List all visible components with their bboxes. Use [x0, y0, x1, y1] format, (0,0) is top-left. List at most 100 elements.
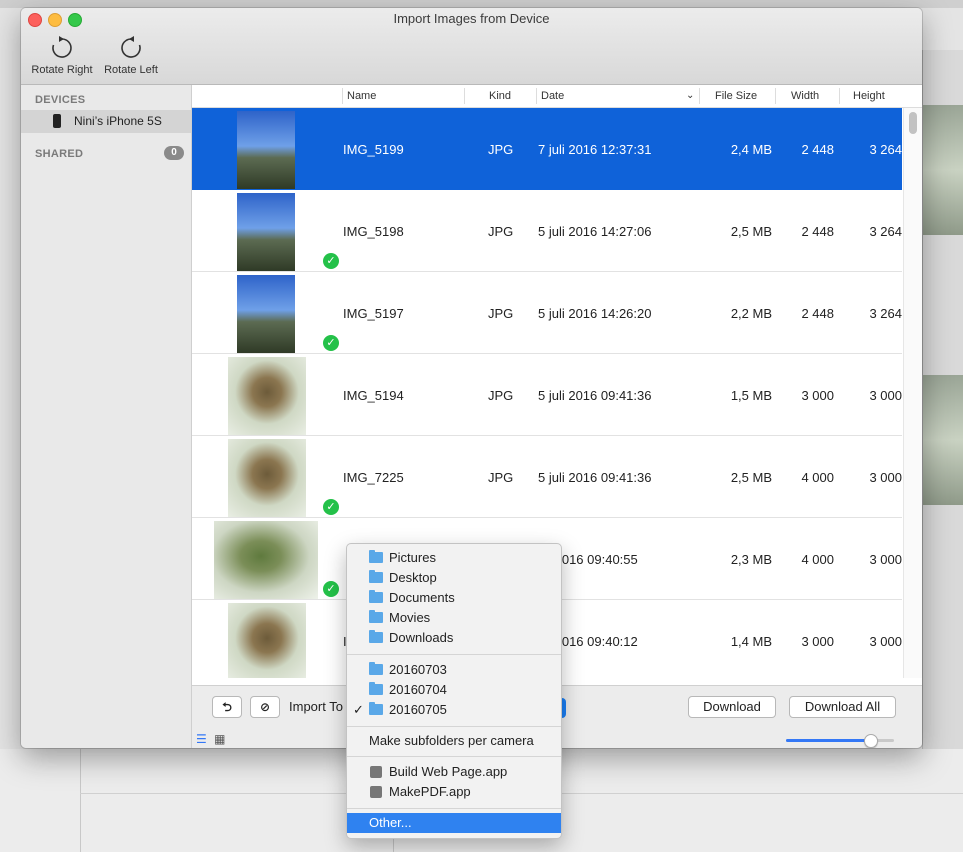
image-height: 3 000: [869, 470, 902, 485]
folder-icon: [369, 630, 383, 643]
menu-item-desktop[interactable]: Desktop: [347, 568, 561, 588]
image-height: 3 264: [869, 142, 902, 157]
menu-item-make-subfolders[interactable]: Make subfolders per camera: [347, 731, 561, 751]
file-size: 2,4 MB: [730, 142, 772, 157]
image-height: 3 000: [869, 388, 902, 403]
shared-header: SHARED: [35, 148, 84, 160]
folder-icon: [369, 610, 383, 623]
table-row[interactable]: IMG_7225 JPG 5 juli 2016 09:41:36 2,5 MB 4 0…: [192, 436, 902, 518]
menu-item-build-web-page[interactable]: Build Web Page.app: [347, 762, 561, 782]
menu-item-folder-20160705[interactable]: ✓ 20160705: [347, 700, 561, 720]
image-height: 3 264: [869, 224, 902, 239]
imported-check-icon: ✓: [323, 253, 339, 269]
imported-check-icon: ✓: [323, 499, 339, 515]
menu-item-folder-20160703[interactable]: 20160703: [347, 660, 561, 680]
devices-header: DEVICES: [35, 94, 86, 106]
folder-icon: [369, 590, 383, 603]
menu-item-documents[interactable]: Documents: [347, 588, 561, 608]
file-date: 5 juli 2016 09:41:36: [538, 470, 652, 485]
column-date[interactable]: Date: [541, 90, 564, 102]
rotate-back-icon: ⮌: [222, 700, 232, 714]
image-width: 4 000: [801, 552, 834, 567]
view-mode-switch: ☰ ▦: [196, 732, 225, 746]
folder-icon: [369, 682, 383, 695]
image-width: 3 000: [801, 388, 834, 403]
table-row[interactable]: IMG_5194 JPG 5 juli 2016 09:41:36 1,5 MB 3 0…: [192, 354, 902, 436]
file-size: 1,4 MB: [730, 634, 772, 649]
image-height: 3 000: [869, 634, 902, 649]
checkmark-icon: ✓: [353, 702, 364, 717]
file-name: IMG_7225: [343, 470, 404, 485]
table-row[interactable]: IMG_5199 JPG 7 juli 2016 12:37:31 2,4 MB 2 4…: [192, 108, 902, 190]
vertical-scrollbar[interactable]: [903, 108, 922, 678]
table-header: Name Kind Date ⌄ File Size Width Height: [192, 85, 922, 108]
thumbnail-size-slider[interactable]: [786, 734, 894, 748]
image-height: 3 000: [869, 552, 902, 567]
list-view-icon[interactable]: ☰: [196, 732, 207, 746]
file-size: 1,5 MB: [730, 388, 772, 403]
file-size: 2,2 MB: [730, 306, 772, 321]
file-size: 2,5 MB: [730, 470, 772, 485]
column-name[interactable]: Name: [347, 90, 376, 102]
file-name: IMG_5198: [343, 224, 404, 239]
photo-thumbnail: [237, 193, 295, 271]
imported-check-icon: ✓: [323, 581, 339, 597]
folder-icon: [369, 702, 383, 715]
automator-app-icon: [370, 786, 382, 798]
vertical-scroll-thumb[interactable]: [909, 112, 917, 134]
column-height[interactable]: Height: [853, 90, 885, 102]
column-width[interactable]: Width: [791, 90, 819, 102]
file-kind: JPG: [488, 388, 514, 403]
sort-chevron-down-icon: ⌄: [686, 90, 695, 101]
file-date: 7 juli 2016 12:37:31: [538, 142, 652, 157]
background-window-right: [922, 50, 963, 750]
file-date: 5 juli 2016 14:27:06: [538, 224, 652, 239]
image-width: 2 448: [801, 142, 834, 157]
rotate-left-icon: [121, 36, 141, 58]
file-date: 5 juli 2016 14:26:20: [538, 306, 652, 321]
folder-icon: [369, 550, 383, 563]
menu-item-pictures[interactable]: Pictures: [347, 548, 561, 568]
slider-knob[interactable]: [864, 734, 879, 748]
table-row[interactable]: IMG_5197 JPG 5 juli 2016 14:26:20 2,2 MB 2 4…: [192, 272, 902, 354]
photo-thumbnail: [228, 439, 306, 517]
imported-check-icon: ✓: [323, 335, 339, 351]
prohibit-icon: ⊘: [259, 700, 271, 714]
menu-item-downloads[interactable]: Downloads: [347, 628, 561, 648]
file-kind: JPG: [488, 142, 514, 157]
file-size: 2,5 MB: [730, 224, 772, 239]
rotate-back-button[interactable]: ⮌: [212, 696, 242, 718]
menu-item-movies[interactable]: Movies: [347, 608, 561, 628]
photo-thumbnail: [214, 521, 318, 599]
column-kind[interactable]: Kind: [489, 90, 511, 102]
sidebar-item-device[interactable]: Nini’s iPhone 5S: [21, 110, 191, 133]
table-row[interactable]: IMG_5198 JPG 5 juli 2016 14:27:06 2,5 MB 2 4…: [192, 190, 902, 272]
import-to-menu: Pictures Desktop Documents Movies Downlo…: [346, 543, 562, 839]
menu-item-makepdf[interactable]: MakePDF.app: [347, 782, 561, 802]
photo-thumbnail: [228, 603, 306, 678]
download-all-button[interactable]: Download All: [789, 696, 896, 718]
image-width: 2 448: [801, 306, 834, 321]
file-name: IMG_5197: [343, 306, 404, 321]
folder-icon: [369, 662, 383, 675]
iphone-icon: [53, 114, 61, 128]
file-kind: JPG: [488, 224, 514, 239]
window-title: Import Images from Device: [393, 11, 550, 26]
background-photo: [923, 105, 963, 235]
device-name: Nini’s iPhone 5S: [74, 114, 162, 128]
download-button[interactable]: Download: [688, 696, 776, 718]
delete-button[interactable]: ⊘: [250, 696, 280, 718]
menu-item-other[interactable]: Other...: [347, 813, 561, 833]
column-file-size[interactable]: File Size: [715, 90, 757, 102]
menu-item-folder-20160704[interactable]: 20160704: [347, 680, 561, 700]
image-width: 4 000: [801, 470, 834, 485]
grid-view-icon[interactable]: ▦: [214, 732, 225, 746]
image-width: 3 000: [801, 634, 834, 649]
title-bar: Import Images from Device Rotate Right R…: [21, 8, 922, 85]
file-name: IMG_5194: [343, 388, 404, 403]
file-kind: JPG: [488, 470, 514, 485]
file-size: 2,3 MB: [730, 552, 772, 567]
rotate-left-button[interactable]: Rotate Left: [96, 34, 166, 76]
shared-count-badge: 0: [164, 146, 184, 160]
rotate-right-button[interactable]: Rotate Right: [27, 34, 97, 76]
